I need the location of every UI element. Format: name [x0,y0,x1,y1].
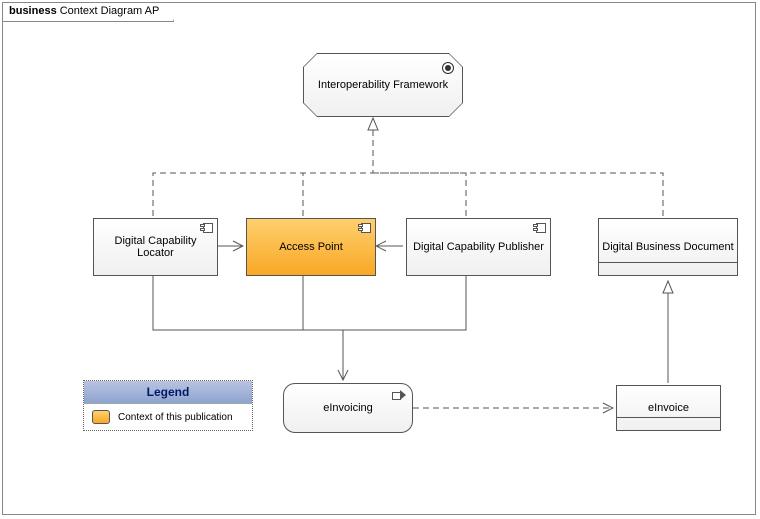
node-label: eInvoicing [323,402,373,414]
diagram-frame: businessContext Diagram AP [2,2,756,515]
node-label: Digital Capability Publisher [413,241,544,253]
product-icon [442,62,454,74]
legend-title: Legend [84,381,252,404]
legend: Legend Context of this publication [83,380,253,431]
node-label: Digital Business Document [602,241,733,253]
legend-swatch-context [92,410,110,424]
node-label: Interoperability Framework [318,79,448,91]
node-label: Digital Capability Locator [98,235,213,259]
component-icon [359,223,371,233]
legend-row: Context of this publication [84,404,252,430]
node-digital-business-document: Digital Business Document [598,218,738,276]
legend-item-label: Context of this publication [118,412,233,423]
process-icon [392,390,406,400]
node-interoperability-framework: Interoperability Framework [303,53,463,117]
node-einvoice: eInvoice [616,385,721,431]
component-icon [534,223,546,233]
node-digital-capability-publisher: Digital Capability Publisher [406,218,551,276]
frame-title: businessContext Diagram AP [2,2,174,22]
node-label: eInvoice [648,402,689,414]
node-access-point: Access Point [246,218,376,276]
node-einvoicing: eInvoicing [283,383,413,433]
node-digital-capability-locator: Digital Capability Locator [93,218,218,276]
node-label: Access Point [279,241,343,253]
component-icon [201,223,213,233]
